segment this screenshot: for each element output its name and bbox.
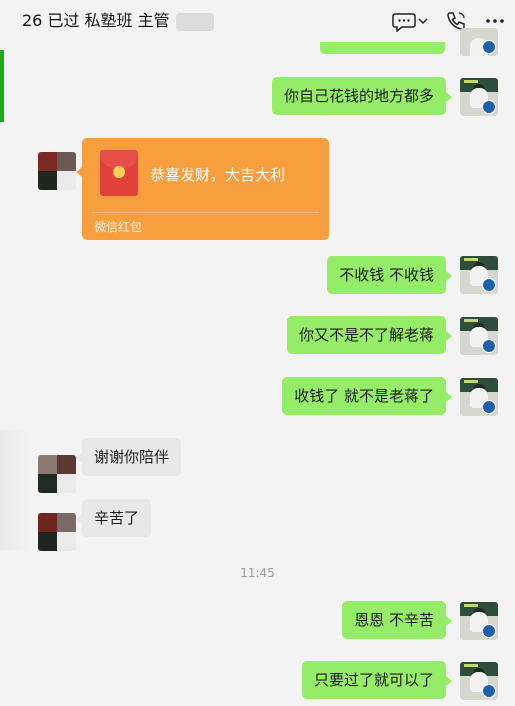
partial-message-bubble (320, 42, 445, 54)
message-bubble-self[interactable]: 收钱了 就不是老蒋了 (282, 377, 446, 415)
shadow-overlay (0, 430, 30, 550)
bubble-tail (446, 616, 452, 626)
message-timestamp: 11:45 (240, 566, 275, 580)
red-packet-icon (100, 150, 138, 196)
message-bubble-self[interactable]: 恩恩 不辛苦 (342, 601, 446, 639)
self-avatar[interactable] (460, 662, 498, 700)
message-text: 你又不是不了解老蒋 (298, 326, 434, 344)
bubble-tail (446, 392, 452, 402)
message-text: 恩恩 不辛苦 (354, 611, 434, 629)
bubble-tail (446, 271, 452, 281)
message-text: 辛苦了 (94, 509, 140, 527)
self-avatar[interactable] (460, 256, 498, 294)
message-bubble-self[interactable]: 不收钱 不收钱 (327, 256, 446, 294)
red-packet-label: 微信红包 (94, 220, 143, 234)
self-avatar[interactable] (460, 78, 498, 116)
message-list[interactable]: 你自己花钱的地方都多 恭喜发财，大吉大利 微信红包 不收钱 不收钱 你又不是不了… (0, 0, 515, 706)
red-packet-message[interactable]: 恭喜发财，大吉大利 微信红包 (82, 138, 329, 240)
self-avatar[interactable] (460, 378, 498, 416)
other-avatar[interactable] (38, 152, 76, 190)
message-bubble-self[interactable]: 只要过了就可以了 (301, 661, 446, 699)
bubble-tail (446, 676, 452, 686)
message-bubble-other[interactable]: 谢谢你陪伴 (82, 438, 182, 476)
other-avatar[interactable] (38, 455, 76, 493)
message-text: 只要过了就可以了 (313, 671, 434, 689)
bubble-tail (446, 92, 452, 102)
divider (92, 212, 319, 213)
red-packet-greeting: 恭喜发财，大吉大利 (150, 166, 286, 184)
message-text: 收钱了 就不是老蒋了 (294, 387, 434, 405)
message-text: 不收钱 不收钱 (339, 266, 434, 284)
self-avatar[interactable] (460, 602, 498, 640)
message-bubble-self[interactable]: 你又不是不了解老蒋 (286, 316, 446, 354)
message-text: 你自己花钱的地方都多 (283, 87, 434, 105)
message-bubble-other[interactable]: 辛苦了 (82, 499, 152, 537)
bubble-tail (446, 331, 452, 341)
other-avatar[interactable] (38, 513, 76, 551)
self-avatar[interactable] (460, 28, 498, 56)
message-bubble-self[interactable]: 你自己花钱的地方都多 (271, 77, 446, 115)
message-text: 谢谢你陪伴 (94, 448, 170, 466)
self-avatar[interactable] (460, 317, 498, 355)
